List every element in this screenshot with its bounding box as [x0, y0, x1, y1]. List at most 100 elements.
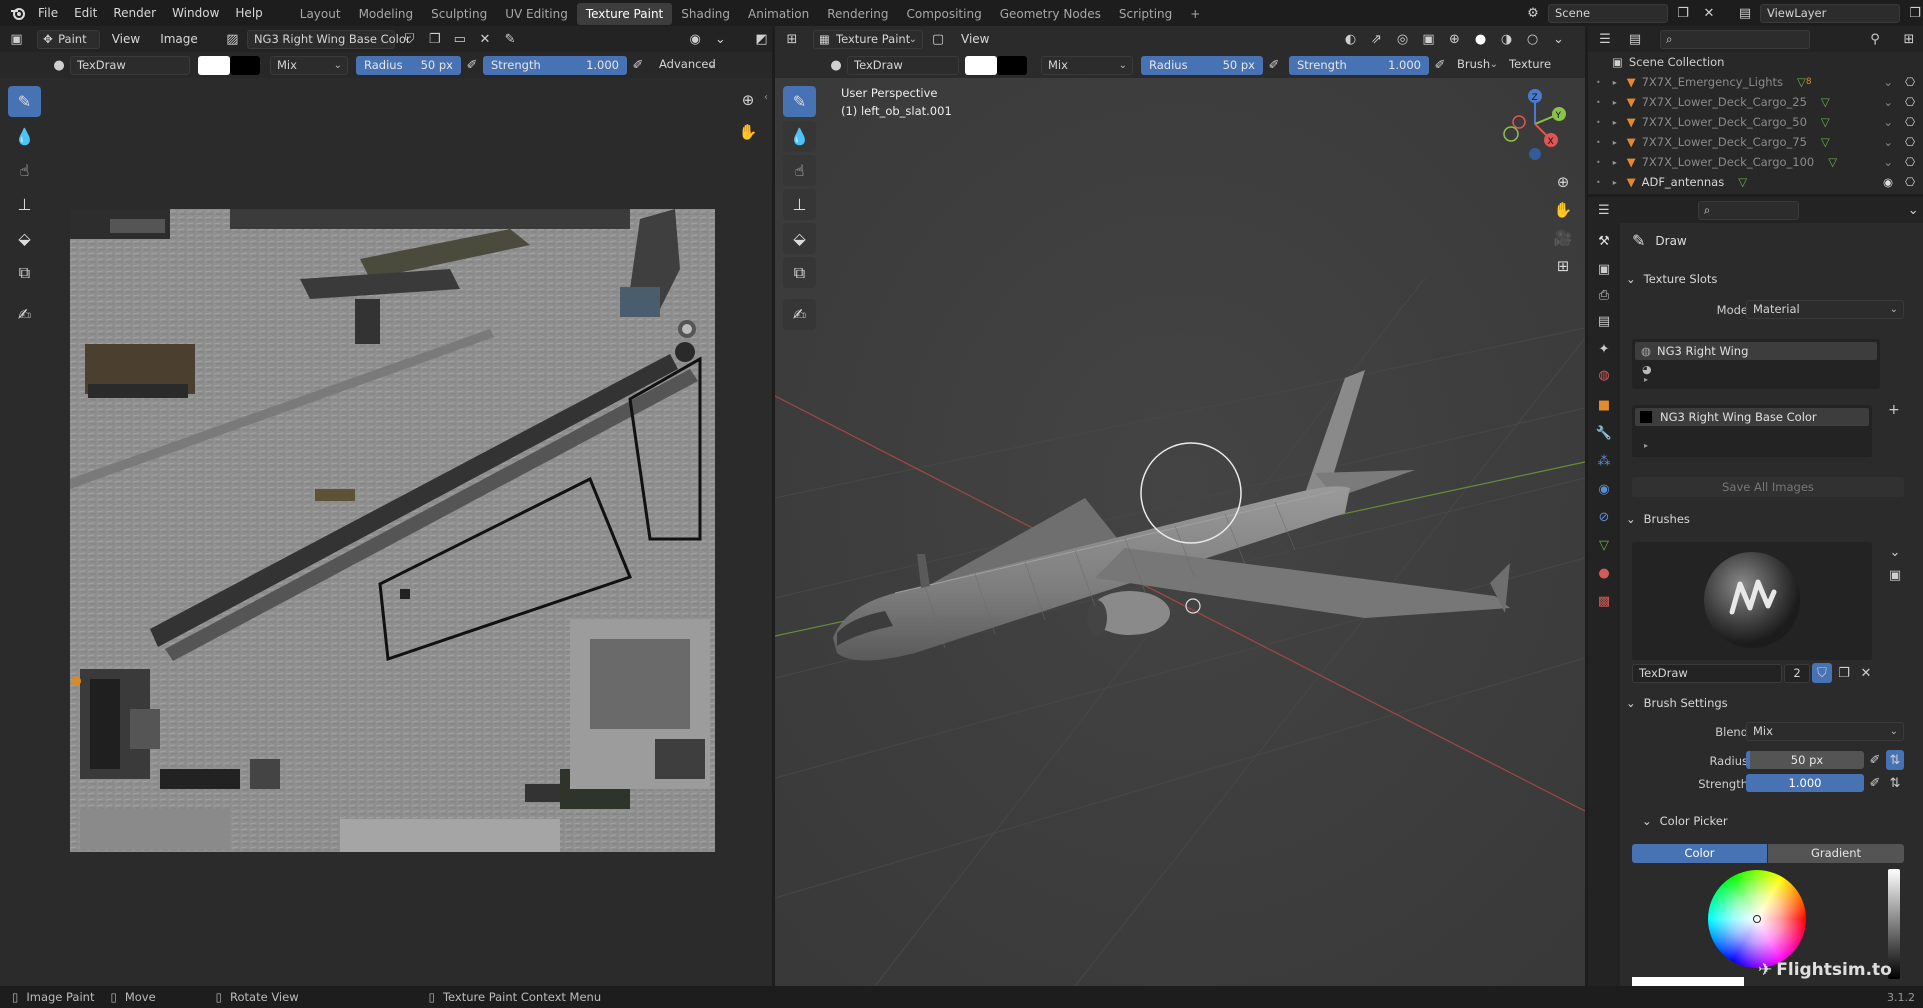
- outliner-expand-icon[interactable]: ▸: [1613, 118, 1617, 127]
- visibility-toggle-icon[interactable]: ⌄: [1883, 75, 1893, 89]
- xray-icon[interactable]: ▣: [1417, 29, 1439, 49]
- material-list-expand-icon[interactable]: ▸: [1644, 375, 1648, 384]
- color-wheel-cursor[interactable]: [1753, 915, 1761, 923]
- image-menu-view[interactable]: View: [104, 29, 148, 49]
- solid-shading-icon[interactable]: ●: [1469, 29, 1491, 49]
- view-layer-copy-icon[interactable]: ❐: [1904, 3, 1923, 23]
- object-tab-icon[interactable]: ■: [1592, 393, 1616, 417]
- brush-menu-dropdown[interactable]: Brush ⌄: [1451, 56, 1503, 75]
- viewport-pan-icon[interactable]: ✋: [1549, 196, 1577, 224]
- scene-tab-icon[interactable]: ✦: [1592, 337, 1616, 361]
- tab-compositing[interactable]: Compositing: [897, 3, 990, 25]
- primary-color-swatch[interactable]: [198, 55, 230, 75]
- menu-file[interactable]: File: [30, 0, 66, 26]
- soften-tool[interactable]: 💧: [8, 121, 41, 152]
- image-list-expand-icon[interactable]: ▸: [1644, 441, 1648, 450]
- viewport-primary-color-swatch[interactable]: [965, 55, 997, 75]
- output-tab-icon[interactable]: ⎙: [1592, 283, 1616, 307]
- brush-duplicate-icon[interactable]: ❐: [1834, 663, 1854, 683]
- scene-selector[interactable]: Scene: [1548, 3, 1668, 23]
- strength-pressure-icon[interactable]: ✐: [627, 55, 649, 75]
- material-slot-row[interactable]: ◍ NG3 Right Wing: [1635, 342, 1877, 360]
- add-texture-slot-button[interactable]: +: [1888, 402, 1900, 418]
- outliner-row[interactable]: • ▸ ▼ 7X7X_Lower_Deck_Cargo_25 ▽ ⌄ ⎔: [1588, 92, 1923, 112]
- radius-prop-field[interactable]: 50 px: [1746, 751, 1864, 769]
- scene-copy-icon[interactable]: ❐: [1672, 3, 1694, 23]
- texture-slots-header[interactable]: ⌄ Texture Slots: [1626, 267, 1917, 291]
- outliner-expand-icon[interactable]: ▸: [1613, 158, 1617, 167]
- outliner-row[interactable]: • ▸ ▼ ADF_antennas ▽ ◉ ⎔: [1588, 172, 1923, 192]
- shading-dropdown-icon[interactable]: ⌄: [1547, 29, 1569, 49]
- viewport-smear-tool[interactable]: ☝: [783, 155, 816, 186]
- viewport-clone-tool[interactable]: ⊥: [783, 189, 816, 220]
- outliner-row[interactable]: • ▸ ▼ 7X7X_Emergency_Lights ▽ 8 ⌄ ⎔: [1588, 72, 1923, 92]
- outliner-row[interactable]: • ▸ ▼ 7X7X_Lower_Deck_Cargo_100 ▽ ⌄ ⎔: [1588, 152, 1923, 172]
- scene-close-icon[interactable]: ✕: [1698, 3, 1720, 23]
- brushes-header[interactable]: ⌄ Brushes: [1626, 507, 1917, 531]
- brush-datablock-name[interactable]: TexDraw: [1632, 663, 1782, 683]
- brush-preview-image-icon[interactable]: ▣: [1884, 565, 1906, 585]
- radius-prop-pressure-icon[interactable]: ✐: [1866, 750, 1884, 770]
- outliner-editor-type-icon[interactable]: ☰: [1594, 29, 1616, 49]
- wireframe-shading-icon[interactable]: ⊕: [1443, 29, 1465, 49]
- overlays-icon[interactable]: ◎: [1391, 29, 1413, 49]
- world-tab-icon[interactable]: ◍: [1592, 363, 1616, 387]
- render-toggle-icon[interactable]: ⎔: [1905, 75, 1915, 89]
- mask-tool[interactable]: ⧉: [8, 257, 41, 288]
- brush-fake-user-shield-icon[interactable]: ⛉: [1812, 663, 1832, 683]
- pin-icon[interactable]: ✎: [500, 29, 521, 49]
- image-slot-row[interactable]: NG3 Right Wing Base Color: [1635, 408, 1869, 426]
- texture-tab-icon[interactable]: ▩: [1592, 589, 1616, 613]
- radius-field[interactable]: Radius 50 px: [356, 55, 461, 75]
- camera-view-icon[interactable]: 🎥: [1549, 224, 1577, 252]
- outliner-expand-icon[interactable]: ▸: [1613, 138, 1617, 147]
- view-layer-icon[interactable]: ▤: [1734, 3, 1756, 23]
- image-name-field[interactable]: NG3 Right Wing Base Color: [246, 29, 411, 49]
- texture-menu-dropdown[interactable]: Texture: [1503, 56, 1559, 75]
- color-tab-button[interactable]: Color: [1632, 844, 1767, 863]
- clone-tool[interactable]: ⊥: [8, 189, 41, 220]
- new-collection-icon[interactable]: ⊞: [1898, 29, 1920, 49]
- viewport-annotate-tool[interactable]: ✍: [783, 299, 816, 330]
- paint-mode-dropdown[interactable]: ✥ Paint: [37, 29, 100, 49]
- zoom-icon[interactable]: ⊕: [734, 86, 762, 114]
- outliner-expand-icon[interactable]: ▸: [1613, 98, 1617, 107]
- menu-edit[interactable]: Edit: [66, 0, 105, 26]
- viewport-brush-preview-icon[interactable]: ●: [825, 55, 847, 75]
- save-all-images-button[interactable]: Save All Images: [1632, 477, 1904, 497]
- properties-editor-type-icon[interactable]: ☰: [1594, 200, 1614, 220]
- navigation-gizmo[interactable]: Z Y X: [1495, 84, 1575, 164]
- texture-paint-mode-dropdown[interactable]: ▦ Texture Paint ⌄: [813, 29, 923, 49]
- tab-geometry-nodes[interactable]: Geometry Nodes: [991, 3, 1110, 25]
- fill-tool[interactable]: ⬙: [8, 223, 41, 254]
- brush-settings-header[interactable]: ⌄ Brush Settings: [1626, 691, 1917, 715]
- strength-prop-toggle-icon[interactable]: ⇅: [1886, 773, 1904, 793]
- outliner-display-mode-icon[interactable]: ▤: [1624, 29, 1646, 49]
- outliner-row[interactable]: • ▸ ▼ 7X7X_Lower_Deck_Cargo_50 ▽ ⌄ ⎔: [1588, 112, 1923, 132]
- uv-texture-image[interactable]: [70, 209, 715, 852]
- viewport-canvas[interactable]: [775, 78, 1585, 986]
- ortho-toggle-icon[interactable]: ⊞: [1549, 252, 1577, 280]
- image-menu-image[interactable]: Image: [152, 29, 206, 49]
- strength-field[interactable]: Strength 1.000: [483, 55, 627, 75]
- advanced-dropdown[interactable]: Advanced ⌄: [653, 56, 721, 75]
- constraints-tab-icon[interactable]: ⊘: [1592, 505, 1616, 529]
- viewport-radius-field[interactable]: Radius 50 px: [1141, 55, 1263, 75]
- selectability-icon[interactable]: ◐: [1339, 29, 1361, 49]
- tab-texture-paint[interactable]: Texture Paint: [576, 3, 673, 25]
- properties-options-icon[interactable]: ⌄: [1903, 200, 1923, 220]
- secondary-color-swatch[interactable]: [230, 55, 260, 75]
- viewport-strength-field[interactable]: Strength 1.000: [1289, 55, 1429, 75]
- display-channels-icon[interactable]: ◉: [685, 29, 706, 49]
- texture-slot-mode-dropdown[interactable]: Material ⌄: [1746, 300, 1904, 319]
- brush-preview-box[interactable]: [1632, 542, 1872, 660]
- visibility-toggle-icon[interactable]: ⌄: [1883, 115, 1893, 129]
- tool-tab-icon[interactable]: ⚒: [1592, 229, 1616, 253]
- view-layer-tab-icon[interactable]: ▤: [1592, 309, 1616, 333]
- visibility-toggle-icon[interactable]: ⌄: [1883, 95, 1893, 109]
- rendered-shading-icon[interactable]: ○: [1521, 29, 1543, 49]
- physics-tab-icon[interactable]: ◉: [1592, 477, 1616, 501]
- editor-type-icon[interactable]: ▣: [6, 29, 27, 49]
- brush-name-field[interactable]: TexDraw: [70, 55, 190, 75]
- viewport-radius-pressure-icon[interactable]: ✐: [1263, 55, 1285, 75]
